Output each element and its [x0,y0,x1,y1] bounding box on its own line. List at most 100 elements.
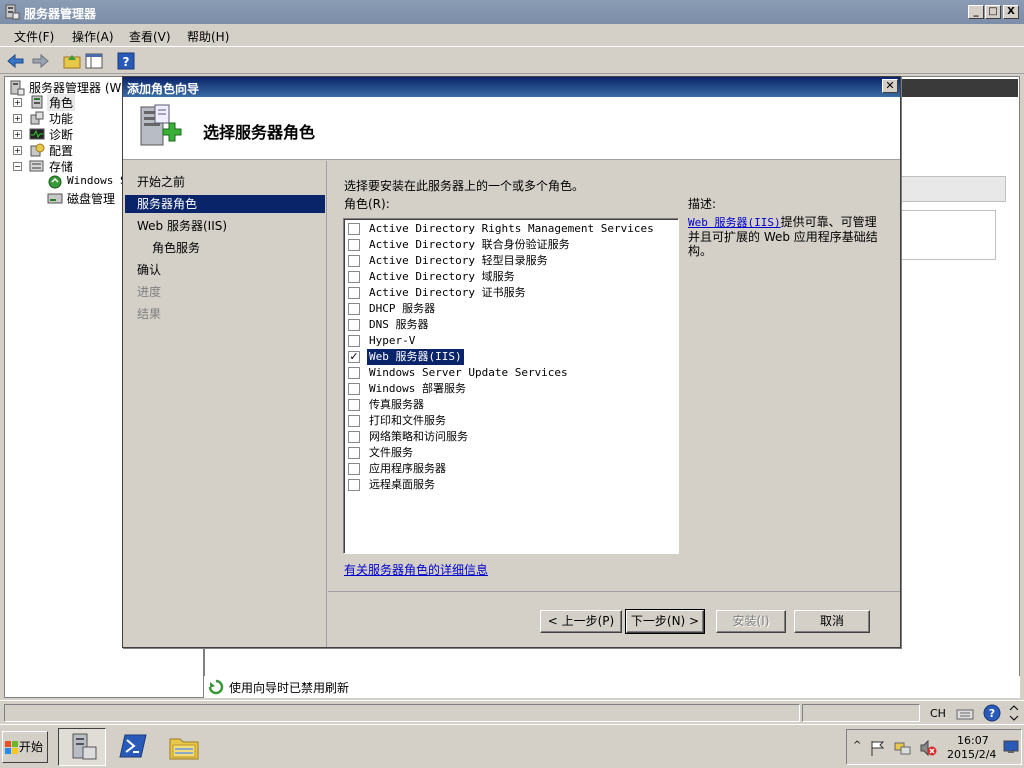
role-label[interactable]: 远程桌面服务 [367,477,437,493]
role-checkbox[interactable] [348,335,360,347]
description-text: Web 服务器(IIS)提供可靠、可管理并且可扩展的 Web 应用程序基础结构。 [688,215,888,258]
description-role-link[interactable]: Web 服务器(IIS) [688,216,781,229]
menu-action[interactable]: 操作(A) [72,28,114,45]
role-label[interactable]: Web 服务器(IIS) [367,349,464,365]
taskbar-powershell[interactable] [110,728,158,766]
menu-bar: 文件(F) 操作(A) 查看(V) 帮助(H) [0,24,1024,46]
dialog-titlebar[interactable]: 添加角色向导 ✕ [123,77,900,97]
role-checkbox[interactable] [348,223,360,235]
role-label[interactable]: 应用程序服务器 [367,461,448,477]
role-label[interactable]: DHCP 服务器 [367,301,437,317]
tree-item-configuration[interactable]: 配置 [49,142,73,159]
role-label[interactable]: Active Directory 域服务 [367,269,517,285]
instruction-text: 选择要安装在此服务器上的一个或多个角色。 [344,179,585,193]
toolbar: ? [0,46,1024,74]
language-bar-options-icon[interactable] [1008,703,1020,723]
wizard-button-bar: < 上一步(P) 下一步(N) > 安装(I) 取消 [328,591,900,647]
role-checkbox-checked[interactable]: ✓ [348,351,360,363]
tree-expander-diagnostics[interactable]: + [13,130,22,139]
role-checkbox[interactable] [348,447,360,459]
start-button[interactable]: 开始 [2,731,48,763]
role-label[interactable]: Hyper-V [367,333,417,349]
main-window-titlebar[interactable]: 服务器管理器 _ □ X [0,0,1024,24]
dialog-close-button[interactable]: ✕ [882,79,898,93]
wizard-step-server-roles[interactable]: 服务器角色 [125,195,325,213]
role-checkbox[interactable] [348,319,360,331]
details-section-header [900,176,1006,202]
role-checkbox[interactable] [348,271,360,283]
roles-label: 角色(R): [344,197,390,211]
show-desktop-icon[interactable] [1003,739,1019,755]
role-checkbox[interactable] [348,415,360,427]
role-label[interactable]: Windows Server Update Services [367,365,570,381]
dialog-title: 添加角色向导 [127,82,200,96]
role-checkbox[interactable] [348,287,360,299]
role-checkbox[interactable] [348,431,360,443]
taskbar-server-manager[interactable] [58,728,106,766]
wizard-step-before-you-begin[interactable]: 开始之前 [125,173,325,191]
description-label: 描述: [688,197,717,211]
refresh-disabled-icon [208,679,224,695]
role-label[interactable]: DNS 服务器 [367,317,431,333]
wizard-step-role-services[interactable]: 角色服务 [125,239,325,257]
up-folder-icon[interactable] [62,51,82,71]
maximize-button[interactable]: □ [985,5,1001,19]
show-hidden-icons-chevron-icon[interactable]: ^ [853,740,861,751]
role-label[interactable]: Active Directory 轻型目录服务 [367,253,550,269]
tree-expander-roles[interactable]: + [13,98,22,107]
role-label[interactable]: Active Directory 联合身份验证服务 [367,237,572,253]
tree-expander-configuration[interactable]: + [13,146,22,155]
role-label[interactable]: 文件服务 [367,445,415,461]
role-checkbox[interactable] [348,463,360,475]
tree-item-windows-server-backup[interactable]: Windows S [67,174,127,187]
help-icon[interactable]: ? [116,51,136,71]
clock-date[interactable]: 2015/2/4 [947,748,996,761]
language-help-icon[interactable]: ? [983,704,1001,722]
wizard-step-confirmation[interactable]: 确认 [125,261,325,279]
next-button[interactable]: 下一步(N) > [625,609,705,634]
role-checkbox[interactable] [348,383,360,395]
forward-arrow-icon[interactable] [30,51,50,71]
tree-item-features[interactable]: 功能 [49,110,73,127]
close-button[interactable]: X [1003,5,1019,19]
minimize-button[interactable]: _ [968,5,984,19]
role-checkbox[interactable] [348,303,360,315]
show-hide-tree-icon[interactable] [84,51,104,71]
role-label[interactable]: Windows 部署服务 [367,381,468,397]
clock-time[interactable]: 16:07 [957,734,989,747]
tree-expander-storage[interactable]: − [13,162,22,171]
role-label[interactable]: 打印和文件服务 [367,413,448,429]
menu-help[interactable]: 帮助(H) [187,28,229,45]
install-button: 安装(I) [716,610,786,633]
network-icon[interactable] [893,739,913,757]
back-button[interactable]: < 上一步(P) [540,610,622,633]
role-checkbox[interactable] [348,479,360,491]
tree-expander-features[interactable]: + [13,114,22,123]
role-label[interactable]: Active Directory 证书服务 [367,285,528,301]
tree-item-disk-management[interactable]: 磁盘管理 [67,190,115,207]
windows-backup-icon [47,174,63,190]
wizard-step-web-server-iis[interactable]: Web 服务器(IIS) [125,217,325,235]
menu-view[interactable]: 查看(V) [129,28,171,45]
volume-muted-icon[interactable] [919,739,937,757]
role-checkbox[interactable] [348,255,360,267]
role-checkbox[interactable] [348,239,360,251]
role-label[interactable]: 网络策略和访问服务 [367,429,470,445]
language-indicator[interactable]: CH [930,707,946,720]
action-center-flag-icon[interactable] [869,739,887,757]
menu-file[interactable]: 文件(F) [14,28,54,45]
role-label[interactable]: Active Directory Rights Management Servi… [367,221,656,237]
role-checkbox[interactable] [348,399,360,411]
taskbar-explorer[interactable] [160,728,208,766]
more-info-link[interactable]: 有关服务器角色的详细信息 [344,561,488,578]
role-label[interactable]: 传真服务器 [367,397,426,413]
cancel-button[interactable]: 取消 [794,610,870,633]
tree-item-roles[interactable]: 角色 [47,94,76,111]
tree-item-storage[interactable]: 存储 [49,158,73,175]
back-arrow-icon[interactable] [6,51,26,71]
role-checkbox[interactable] [348,367,360,379]
taskbar: 开始 ^ 16:07 2015/2/4 [0,724,1024,768]
roles-checklist[interactable]: Active Directory Rights Management Servi… [343,218,679,554]
keyboard-icon[interactable] [956,705,974,721]
tree-item-diagnostics[interactable]: 诊断 [49,126,73,143]
